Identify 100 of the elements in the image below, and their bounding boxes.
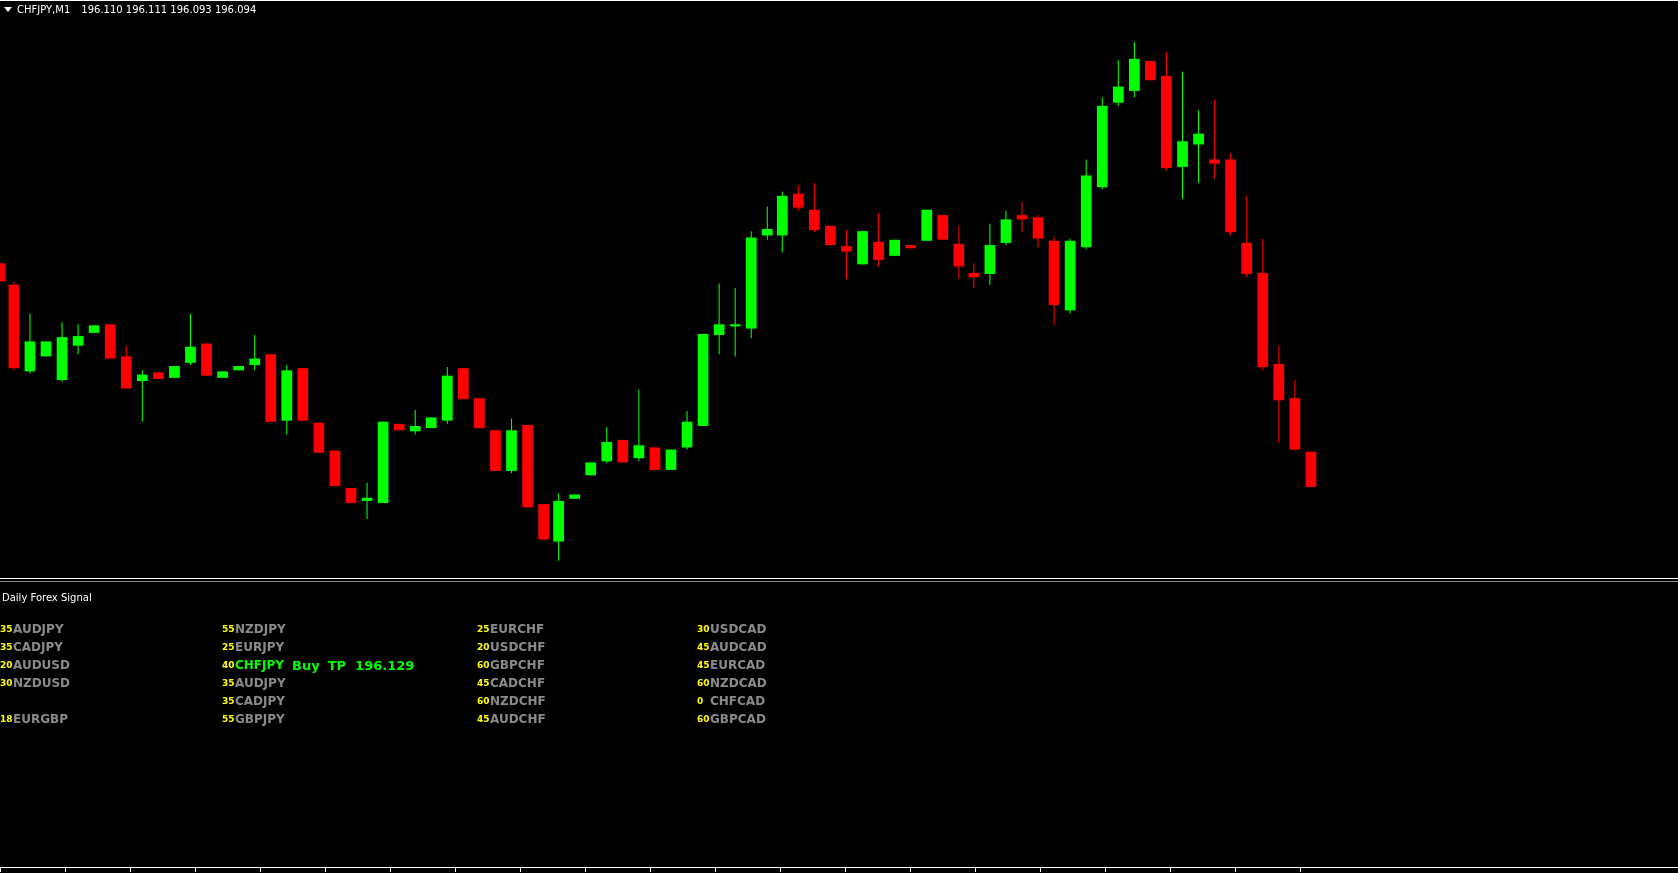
candle (458, 367, 469, 400)
candle (249, 334, 261, 371)
candle (793, 184, 804, 212)
candle (72, 323, 84, 355)
candle (265, 353, 277, 423)
signal-score: 60 (477, 696, 488, 706)
candle (1000, 210, 1012, 246)
symbol-label: CHFJPY,M1 (17, 4, 71, 15)
candle (88, 324, 100, 334)
currency-pair: AUDCAD (710, 640, 767, 654)
candle (761, 206, 773, 241)
candle (857, 230, 868, 265)
candle (953, 225, 965, 280)
currency-pair: GBPCAD (710, 712, 766, 726)
currency-pair: CHFJPY (235, 658, 284, 672)
candle (1145, 60, 1156, 81)
candle (313, 422, 325, 454)
candle (1129, 41, 1140, 98)
candle (393, 423, 405, 431)
currency-pair: CADJPY (13, 640, 63, 654)
trade-signal: Buy (292, 657, 320, 673)
candle (681, 410, 693, 451)
candle (889, 239, 900, 257)
candle (665, 449, 677, 471)
currency-pair: AUDUSD (13, 658, 70, 672)
signal-score: 45 (697, 660, 708, 670)
candle (984, 223, 996, 286)
signal-score: 25 (477, 624, 488, 634)
signal-score: 55 (222, 624, 233, 634)
candle (809, 182, 820, 233)
candle (104, 323, 116, 360)
candle (506, 417, 517, 474)
signal-score: 20 (477, 642, 488, 652)
candle (297, 367, 309, 422)
candle (120, 345, 132, 390)
candle (233, 365, 244, 371)
signal-score: 30 (697, 624, 708, 634)
candle (56, 321, 68, 383)
candle (425, 416, 437, 429)
candle (538, 503, 549, 540)
currency-pair: USDCHF (490, 640, 546, 654)
candle (968, 262, 980, 289)
currency-pair: NZDJPY (235, 622, 286, 636)
candle (201, 343, 212, 377)
currency-pair: NZDUSD (13, 676, 71, 690)
candle (361, 482, 373, 520)
candle (345, 487, 357, 504)
candle (153, 371, 164, 380)
currency-pair: EURJPY (235, 640, 285, 654)
candle (1016, 201, 1028, 233)
currency-pair: CHFCAD (710, 694, 766, 708)
candle (585, 461, 597, 476)
signal-score: 18 (0, 714, 11, 724)
candle (1305, 451, 1317, 488)
candle (713, 283, 725, 355)
candle (409, 409, 421, 436)
price-quotes: 196.110 196.111 196.093 196.094 (81, 4, 257, 15)
candle (329, 450, 341, 487)
candle (825, 225, 836, 246)
candle (649, 446, 661, 471)
candle (185, 313, 196, 366)
candle (24, 313, 36, 375)
currency-pair: EURCAD (710, 658, 766, 672)
candle (490, 429, 501, 472)
candle (40, 340, 52, 357)
candle (873, 212, 884, 267)
candle (474, 397, 485, 429)
take-profit: TP 196.129 (327, 657, 415, 673)
candle (617, 439, 629, 463)
candle (553, 492, 564, 562)
currency-pair: AUDCHF (490, 712, 546, 726)
candle (841, 229, 852, 280)
currency-pair: CADJPY (235, 694, 285, 708)
candle (937, 214, 949, 241)
currency-pair: NZDCHF (490, 694, 546, 708)
candle (569, 493, 580, 500)
currency-pair: GBPCHF (490, 658, 545, 672)
candle (776, 191, 788, 254)
candle (137, 369, 148, 423)
signal-score: 25 (222, 642, 233, 652)
indicator-title: Daily Forex Signal (2, 592, 92, 603)
signal-score: 0 (697, 696, 705, 706)
dropdown-icon[interactable] (4, 7, 12, 12)
candle (601, 426, 613, 464)
candle (441, 366, 453, 425)
currency-pair: AUDJPY (13, 622, 64, 636)
candle (217, 370, 228, 379)
candle (729, 287, 741, 357)
candle (1112, 59, 1124, 107)
currency-pair: NZDCAD (710, 676, 767, 690)
signal-score: 60 (697, 678, 708, 688)
currency-pair: USDCAD (710, 622, 767, 636)
currency-pair: EURGBP (13, 712, 68, 726)
currency-pair: GBPJPY (235, 712, 285, 726)
candle (281, 364, 293, 436)
candle (169, 365, 180, 379)
currency-pair: AUDJPY (235, 676, 286, 690)
candle (905, 244, 917, 249)
candle (1032, 214, 1044, 248)
candle (921, 209, 933, 242)
